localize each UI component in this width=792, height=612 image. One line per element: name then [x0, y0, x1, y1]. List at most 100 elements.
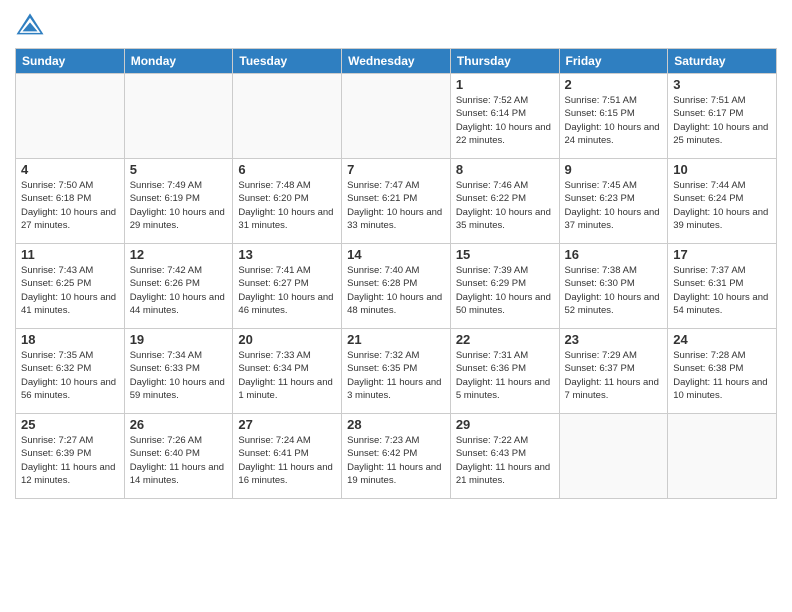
- day-number: 25: [21, 417, 119, 432]
- day-cell: 2Sunrise: 7:51 AMSunset: 6:15 PMDaylight…: [559, 74, 668, 159]
- day-number: 15: [456, 247, 554, 262]
- day-info: Sunrise: 7:27 AMSunset: 6:39 PMDaylight:…: [21, 434, 119, 487]
- day-cell: 10 Sunrise: 7:44 AMSunset: 6:24 PMDayligh…: [668, 159, 777, 244]
- day-info: Sunrise: 7:40 AMSunset: 6:28 PMDaylight:…: [347, 264, 445, 317]
- day-info: Sunrise: 7:39 AMSunset: 6:29 PMDaylight:…: [456, 264, 554, 317]
- day-cell: 18 Sunrise: 7:35 AMSunset: 6:32 PMDayligh…: [16, 329, 125, 414]
- day-cell: 5 Sunrise: 7:49 AMSunset: 6:19 PMDaylight…: [124, 159, 233, 244]
- day-number: 4: [21, 162, 119, 177]
- day-info: Sunrise: 7:46 AMSunset: 6:22 PMDaylight:…: [456, 179, 554, 232]
- day-number: 14: [347, 247, 445, 262]
- col-header-sunday: Sunday: [16, 49, 125, 74]
- day-number: 11: [21, 247, 119, 262]
- logo: [15, 10, 49, 40]
- col-header-thursday: Thursday: [450, 49, 559, 74]
- day-cell: 11 Sunrise: 7:43 AMSunset: 6:25 PMDayligh…: [16, 244, 125, 329]
- day-cell: 3 Sunrise: 7:51 AMSunset: 6:17 PMDaylight…: [668, 74, 777, 159]
- day-cell: 15 Sunrise: 7:39 AMSunset: 6:29 PMDayligh…: [450, 244, 559, 329]
- day-info: Sunrise: 7:50 AMSunset: 6:18 PMDaylight:…: [21, 179, 119, 232]
- col-header-monday: Monday: [124, 49, 233, 74]
- day-number: 22: [456, 332, 554, 347]
- day-number: 21: [347, 332, 445, 347]
- col-header-wednesday: Wednesday: [342, 49, 451, 74]
- day-cell: 9 Sunrise: 7:45 AMSunset: 6:23 PMDaylight…: [559, 159, 668, 244]
- day-number: 10: [673, 162, 771, 177]
- day-number: 20: [238, 332, 336, 347]
- week-row-4: 18 Sunrise: 7:35 AMSunset: 6:32 PMDayligh…: [16, 329, 777, 414]
- day-cell: 20 Sunrise: 7:33 AMSunset: 6:34 PMDayligh…: [233, 329, 342, 414]
- day-info: Sunrise: 7:52 AMSunset: 6:14 PMDaylight:…: [456, 94, 554, 147]
- day-info: Sunrise: 7:44 AMSunset: 6:24 PMDaylight:…: [673, 179, 771, 232]
- day-cell: 4 Sunrise: 7:50 AMSunset: 6:18 PMDaylight…: [16, 159, 125, 244]
- day-info: Sunrise: 7:23 AMSunset: 6:42 PMDaylight:…: [347, 434, 445, 487]
- day-number: 23: [565, 332, 663, 347]
- day-cell: 8 Sunrise: 7:46 AMSunset: 6:22 PMDaylight…: [450, 159, 559, 244]
- day-cell: 16Sunrise: 7:38 AMSunset: 6:30 PMDayligh…: [559, 244, 668, 329]
- day-number: 12: [130, 247, 228, 262]
- day-info: Sunrise: 7:35 AMSunset: 6:32 PMDaylight:…: [21, 349, 119, 402]
- page: SundayMondayTuesdayWednesdayThursdayFrid…: [0, 0, 792, 612]
- day-cell: 23 Sunrise: 7:29 AMSunset: 6:37 PMDayligh…: [559, 329, 668, 414]
- day-cell: 19 Sunrise: 7:34 AMSunset: 6:33 PMDayligh…: [124, 329, 233, 414]
- day-cell: [124, 74, 233, 159]
- day-info: Sunrise: 7:26 AMSunset: 6:40 PMDaylight:…: [130, 434, 228, 487]
- day-cell: 12 Sunrise: 7:42 AMSunset: 6:26 PMDayligh…: [124, 244, 233, 329]
- day-info: Sunrise: 7:38 AMSunset: 6:30 PMDaylight:…: [565, 264, 663, 317]
- day-cell: 6Sunrise: 7:48 AMSunset: 6:20 PMDaylight…: [233, 159, 342, 244]
- day-number: 18: [21, 332, 119, 347]
- day-number: 9: [565, 162, 663, 177]
- day-info: Sunrise: 7:43 AMSunset: 6:25 PMDaylight:…: [21, 264, 119, 317]
- day-cell: 21Sunrise: 7:32 AMSunset: 6:35 PMDayligh…: [342, 329, 451, 414]
- day-info: Sunrise: 7:29 AMSunset: 6:37 PMDaylight:…: [565, 349, 663, 402]
- day-number: 8: [456, 162, 554, 177]
- day-number: 19: [130, 332, 228, 347]
- day-number: 7: [347, 162, 445, 177]
- day-number: 27: [238, 417, 336, 432]
- day-number: 26: [130, 417, 228, 432]
- day-info: Sunrise: 7:31 AMSunset: 6:36 PMDaylight:…: [456, 349, 554, 402]
- logo-icon: [15, 10, 45, 40]
- day-number: 13: [238, 247, 336, 262]
- day-cell: [16, 74, 125, 159]
- day-cell: 22 Sunrise: 7:31 AMSunset: 6:36 PMDayligh…: [450, 329, 559, 414]
- day-cell: 24 Sunrise: 7:28 AMSunset: 6:38 PMDayligh…: [668, 329, 777, 414]
- week-row-3: 11 Sunrise: 7:43 AMSunset: 6:25 PMDayligh…: [16, 244, 777, 329]
- day-info: Sunrise: 7:41 AMSunset: 6:27 PMDaylight:…: [238, 264, 336, 317]
- col-header-tuesday: Tuesday: [233, 49, 342, 74]
- day-cell: 17 Sunrise: 7:37 AMSunset: 6:31 PMDayligh…: [668, 244, 777, 329]
- day-info: Sunrise: 7:24 AMSunset: 6:41 PMDaylight:…: [238, 434, 336, 487]
- day-number: 1: [456, 77, 554, 92]
- week-row-2: 4 Sunrise: 7:50 AMSunset: 6:18 PMDaylight…: [16, 159, 777, 244]
- header-row: SundayMondayTuesdayWednesdayThursdayFrid…: [16, 49, 777, 74]
- day-cell: 26 Sunrise: 7:26 AMSunset: 6:40 PMDayligh…: [124, 414, 233, 499]
- day-info: Sunrise: 7:45 AMSunset: 6:23 PMDaylight:…: [565, 179, 663, 232]
- day-cell: [342, 74, 451, 159]
- day-cell: 7Sunrise: 7:47 AMSunset: 6:21 PMDaylight…: [342, 159, 451, 244]
- day-number: 24: [673, 332, 771, 347]
- day-cell: 1 Sunrise: 7:52 AMSunset: 6:14 PMDaylight…: [450, 74, 559, 159]
- day-info: Sunrise: 7:42 AMSunset: 6:26 PMDaylight:…: [130, 264, 228, 317]
- day-info: Sunrise: 7:33 AMSunset: 6:34 PMDaylight:…: [238, 349, 336, 402]
- day-info: Sunrise: 7:34 AMSunset: 6:33 PMDaylight:…: [130, 349, 228, 402]
- day-cell: 28Sunrise: 7:23 AMSunset: 6:42 PMDayligh…: [342, 414, 451, 499]
- day-cell: [559, 414, 668, 499]
- calendar-table: SundayMondayTuesdayWednesdayThursdayFrid…: [15, 48, 777, 499]
- week-row-1: 1 Sunrise: 7:52 AMSunset: 6:14 PMDaylight…: [16, 74, 777, 159]
- col-header-friday: Friday: [559, 49, 668, 74]
- header: [15, 10, 777, 40]
- day-info: Sunrise: 7:51 AMSunset: 6:15 PMDaylight:…: [565, 94, 663, 147]
- day-number: 6: [238, 162, 336, 177]
- day-cell: [233, 74, 342, 159]
- day-info: Sunrise: 7:28 AMSunset: 6:38 PMDaylight:…: [673, 349, 771, 402]
- day-number: 5: [130, 162, 228, 177]
- day-cell: 27 Sunrise: 7:24 AMSunset: 6:41 PMDayligh…: [233, 414, 342, 499]
- week-row-5: 25 Sunrise: 7:27 AMSunset: 6:39 PMDayligh…: [16, 414, 777, 499]
- day-info: Sunrise: 7:37 AMSunset: 6:31 PMDaylight:…: [673, 264, 771, 317]
- day-info: Sunrise: 7:51 AMSunset: 6:17 PMDaylight:…: [673, 94, 771, 147]
- day-cell: 29Sunrise: 7:22 AMSunset: 6:43 PMDayligh…: [450, 414, 559, 499]
- day-info: Sunrise: 7:49 AMSunset: 6:19 PMDaylight:…: [130, 179, 228, 232]
- col-header-saturday: Saturday: [668, 49, 777, 74]
- day-number: 3: [673, 77, 771, 92]
- day-number: 17: [673, 247, 771, 262]
- day-info: Sunrise: 7:22 AMSunset: 6:43 PMDaylight:…: [456, 434, 554, 487]
